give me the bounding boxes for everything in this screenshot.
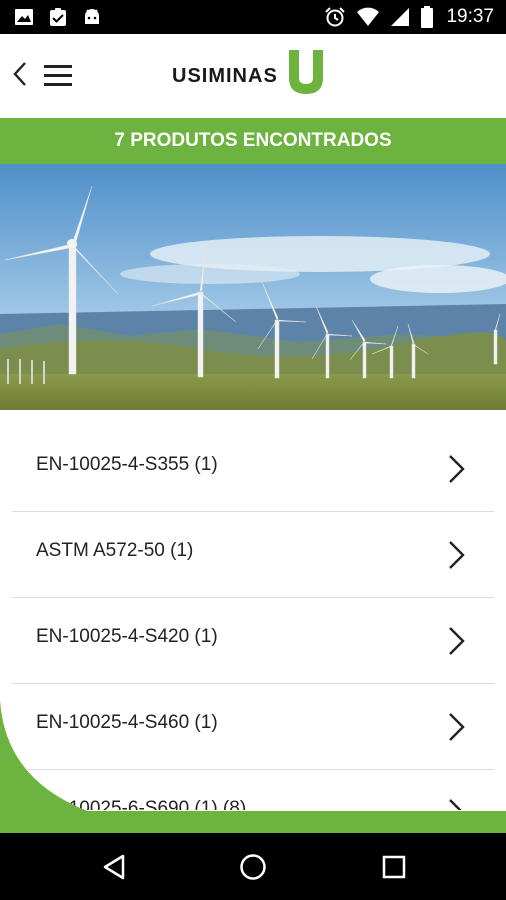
footer-green-strip (0, 811, 506, 833)
status-time: 19:37 (446, 6, 494, 27)
image-icon (15, 9, 33, 25)
product-label: EN-10025-4-S355 (1) (36, 454, 218, 475)
usiminas-logo: USIMINAS (172, 48, 328, 96)
chevron-right-icon (449, 455, 465, 483)
chevron-right-icon (449, 799, 462, 810)
hamburger-icon-line (44, 64, 72, 68)
system-navigation-bar (0, 833, 506, 900)
nav-recents-button[interactable] (378, 851, 410, 883)
battery-icon (421, 6, 434, 28)
menu-button[interactable] (44, 58, 80, 92)
wifi-icon (357, 7, 380, 26)
back-button[interactable] (8, 56, 32, 92)
list-item[interactable]: EN-10025-4-S420 (1) (12, 598, 494, 684)
chevron-right-icon (449, 713, 465, 741)
hamburger-icon-line (44, 73, 72, 77)
clipboard-check-icon (50, 8, 66, 26)
app-bar: USIMINAS (0, 34, 506, 118)
hamburger-icon-line (44, 82, 72, 86)
results-banner: 7 PRODUTOS ENCONTRADOS (0, 118, 506, 164)
nav-home-button[interactable] (237, 851, 269, 883)
android-icon (85, 9, 99, 24)
hero-image-wind-turbines (0, 164, 506, 410)
home-circle-icon (240, 854, 266, 880)
recents-square-icon (382, 855, 406, 879)
alarm-icon (325, 7, 346, 27)
product-label: EN-10025-4-S420 (1) (36, 626, 218, 647)
decorative-green-curve (0, 700, 90, 812)
chevron-left-icon (13, 62, 26, 86)
list-item[interactable]: ASTM A572-50 (1) (12, 512, 494, 598)
list-item[interactable]: EN-10025-4-S355 (1) (12, 426, 494, 512)
status-bar: 19:37 (0, 0, 506, 34)
chevron-right-icon (449, 541, 465, 569)
logo-u-mark-icon (288, 50, 323, 94)
wind-turbines-illustration (0, 164, 506, 410)
back-triangle-icon (103, 854, 125, 880)
chevron-right-icon (449, 627, 465, 655)
nav-back-button[interactable] (98, 851, 130, 883)
results-count-title: 7 PRODUTOS ENCONTRADOS (114, 130, 392, 151)
signal-icon (391, 8, 410, 26)
product-label: ASTM A572-50 (1) (36, 540, 194, 561)
logo-text: USIMINAS (172, 65, 278, 87)
